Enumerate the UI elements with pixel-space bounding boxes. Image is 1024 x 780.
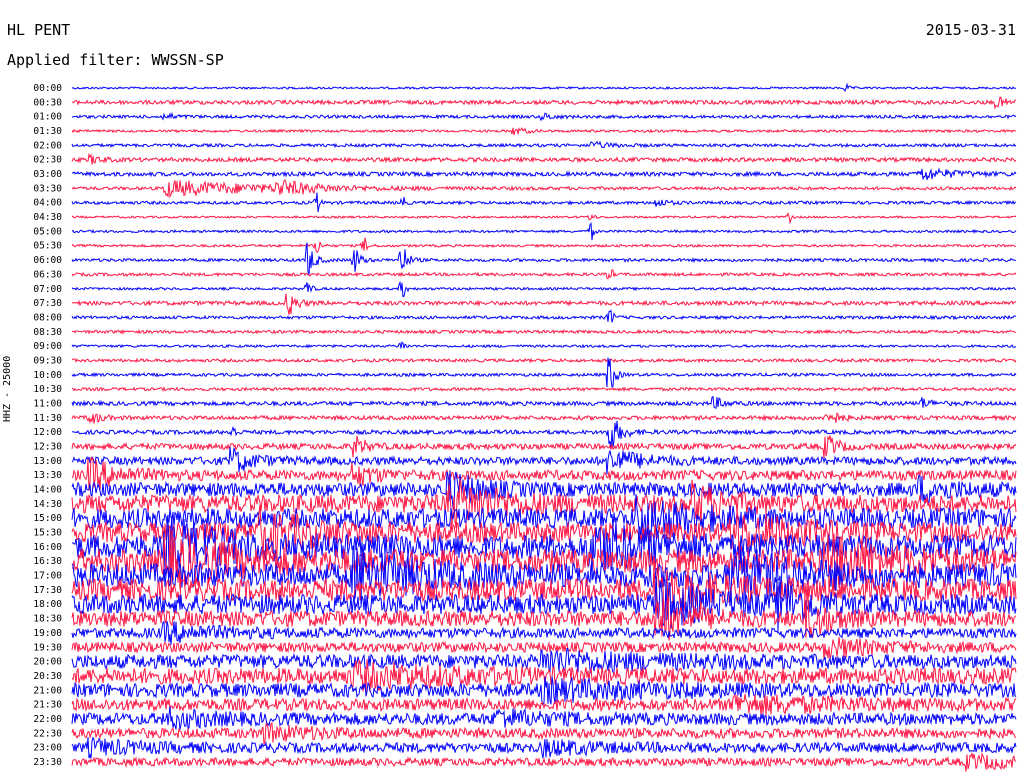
time-tick-label: 20:00 [33, 657, 62, 668]
trace-line [71, 222, 1017, 241]
trace-line [71, 341, 1017, 349]
trace-line [71, 722, 1017, 745]
trace-line [71, 152, 1017, 165]
trace-line [71, 647, 1017, 674]
time-tick-label: 19:00 [33, 628, 62, 639]
time-tick-label: 06:30 [33, 269, 62, 280]
trace-line [71, 479, 1017, 529]
time-tick-label: 13:30 [33, 470, 62, 481]
time-tick-label: 07:00 [33, 284, 62, 295]
time-tick-label: 13:00 [33, 456, 62, 467]
time-tick-label: 17:30 [33, 585, 62, 596]
trace-line [71, 395, 1017, 409]
trace-line [71, 736, 1017, 759]
trace-line [71, 111, 1017, 122]
trace-line [71, 82, 1017, 92]
trace-line [71, 357, 1017, 388]
time-tick-label: 03:30 [33, 183, 62, 194]
time-tick-label: 16:30 [33, 556, 62, 567]
time-tick-label: 09:00 [33, 341, 62, 352]
time-tick-label: 07:30 [33, 298, 62, 309]
time-tick-label: 00:00 [33, 83, 62, 94]
time-tick-label: 04:00 [33, 198, 62, 209]
time-tick-label: 14:30 [33, 499, 62, 510]
time-tick-label: 12:00 [33, 427, 62, 438]
time-tick-label: 23:00 [33, 743, 62, 754]
time-tick-label: 23:30 [33, 757, 62, 768]
trace-line [71, 328, 1017, 335]
trace-line [71, 386, 1017, 393]
time-tick-label: 17:00 [33, 571, 62, 582]
trace-line [71, 280, 1017, 298]
trace-line [71, 309, 1017, 323]
trace-line [71, 752, 1017, 772]
trace-line [71, 192, 1017, 213]
time-tick-label: 02:30 [33, 155, 62, 166]
time-tick-label: 22:00 [33, 714, 62, 725]
time-tick-label: 03:00 [33, 169, 62, 180]
time-tick-label: 01:00 [33, 112, 62, 123]
time-tick-label: 06:00 [33, 255, 62, 266]
trace-line [71, 212, 1017, 225]
time-tick-label: 15:30 [33, 528, 62, 539]
time-tick-label: 21:30 [33, 700, 62, 711]
trace-line [71, 293, 1017, 315]
time-tick-label: 10:30 [33, 384, 62, 395]
time-tick-label: 08:30 [33, 327, 62, 338]
time-tick-label: 11:30 [33, 413, 62, 424]
time-tick-label: 14:00 [33, 485, 62, 496]
time-tick-label: 10:00 [33, 370, 62, 381]
time-tick-label: 05:00 [33, 226, 62, 237]
time-tick-label: 09:30 [33, 355, 62, 366]
time-tick-label: 21:00 [33, 685, 62, 696]
trace-line [71, 237, 1017, 254]
time-tick-label: 16:00 [33, 542, 62, 553]
time-tick-label: 00:30 [33, 97, 62, 108]
trace-line [71, 435, 1017, 458]
time-tick-label: 04:30 [33, 212, 62, 223]
trace-line [71, 357, 1017, 364]
time-tick-label: 01:30 [33, 126, 62, 137]
time-tick-label: 08:00 [33, 312, 62, 323]
time-tick-label: 19:30 [33, 642, 62, 653]
trace-line [71, 167, 1017, 181]
time-tick-label: 02:00 [33, 140, 62, 151]
trace-line [71, 140, 1017, 149]
trace-line [71, 126, 1017, 136]
trace-line [71, 412, 1017, 424]
time-tick-label: 15:00 [33, 513, 62, 524]
time-tick-label: 11:00 [33, 398, 62, 409]
helicorder-plot: 00:00 00:30 01:00 01:30 02:00 02:30 03:00 03:30… [33, 82, 1017, 772]
time-tick-label: 18:00 [33, 599, 62, 610]
trace-line [71, 179, 1017, 199]
time-tick-label: 22:30 [33, 728, 62, 739]
trace-line [71, 96, 1017, 110]
time-tick-label: 18:30 [33, 614, 62, 625]
trace-line [71, 268, 1017, 280]
trace-line [71, 676, 1017, 707]
time-tick-label: 20:30 [33, 671, 62, 682]
time-tick-label: 05:30 [33, 241, 62, 252]
time-tick-label: 12:30 [33, 442, 62, 453]
